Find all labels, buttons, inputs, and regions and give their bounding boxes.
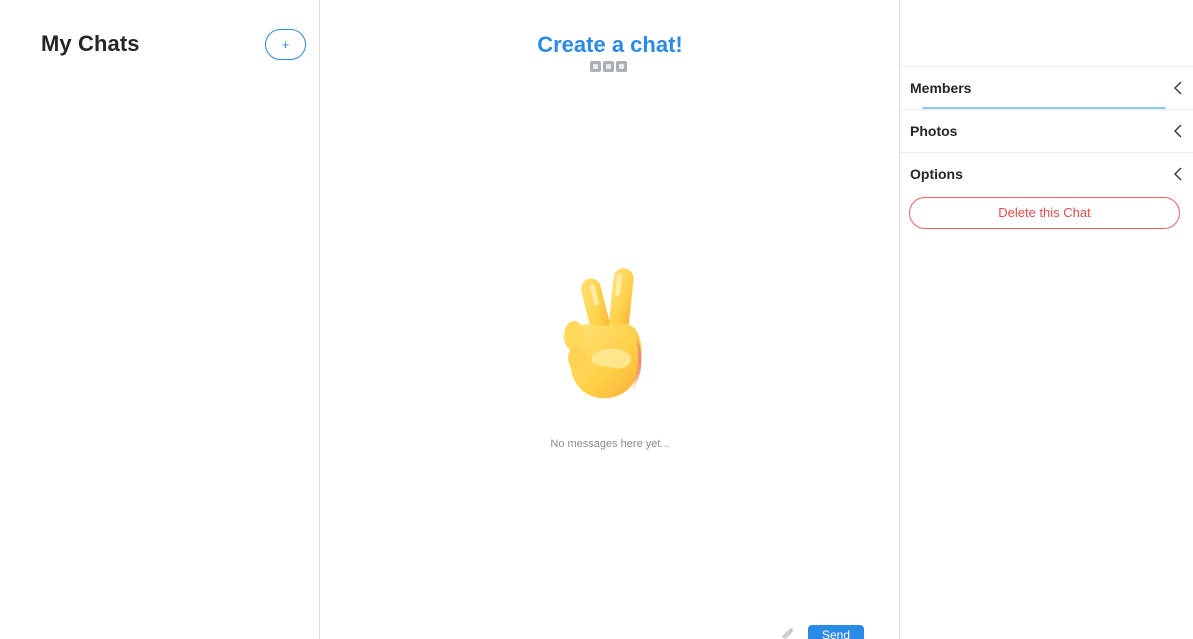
send-button[interactable]: Send [808,625,864,639]
typing-dot [603,61,614,72]
new-chat-button[interactable]: + [265,29,306,60]
chevron-left-icon[interactable] [1171,124,1185,138]
chevron-left-icon[interactable] [1171,167,1185,181]
empty-messages-text: No messages here yet... [550,438,670,450]
delete-chat-button[interactable]: Delete this Chat [909,197,1180,229]
chats-sidebar: My Chats + [0,0,320,639]
section-members[interactable]: Members [910,66,1185,110]
attachment-icon[interactable] [780,626,794,639]
sidebar-title: My Chats [41,31,140,56]
typing-dot [616,61,627,72]
typing-indicator-icon [590,61,627,72]
plus-icon: + [281,37,290,52]
victory-hand-emoji-icon [548,266,648,406]
chat-pane: Create a chat! No messages here yet... S… [320,0,900,639]
section-options[interactable]: Options [910,152,1185,196]
section-photos[interactable]: Photos [910,109,1185,153]
chat-details-pane: Members Photos Options [900,0,1193,639]
section-label: Photos [910,123,958,139]
typing-dot [590,61,601,72]
chat-title: Create a chat! [537,32,683,57]
section-label: Members [910,80,972,96]
chat-app: My Chats + Create a chat! No messages he… [0,0,1193,639]
section-label: Options [910,166,963,182]
chevron-left-icon[interactable] [1171,81,1185,95]
